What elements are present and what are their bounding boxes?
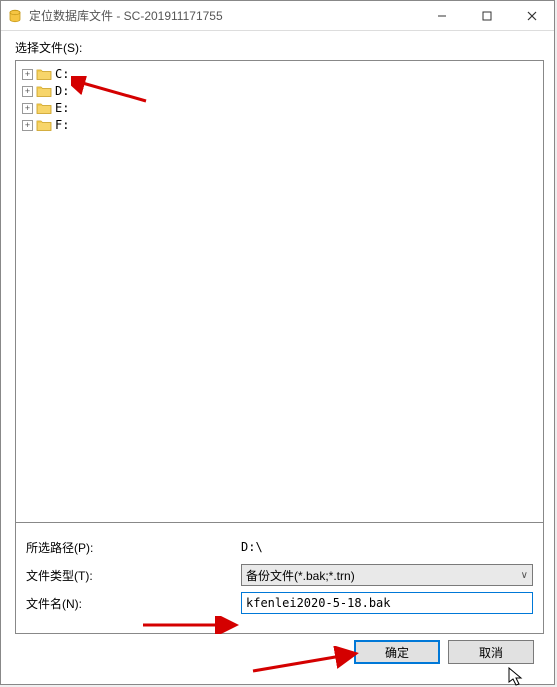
file-type-label: 文件类型(T): (26, 567, 111, 584)
selected-path-label: 所选路径(P): (26, 539, 111, 556)
selected-path-value: D:\ (241, 540, 263, 554)
locate-db-file-dialog: 定位数据库文件 - SC-201911171755 选择文件(S): + C: … (0, 0, 555, 685)
drive-tree[interactable]: + C: + D: + E: + F: (15, 60, 544, 523)
file-name-input[interactable] (241, 592, 533, 614)
app-icon (7, 8, 23, 24)
window-title: 定位数据库文件 - SC-201911171755 (29, 7, 419, 24)
content-area: 选择文件(S): + C: + D: + E: + F: (1, 31, 554, 684)
file-type-row: 文件类型(T): 备份文件(*.bak;*.trn) ∨ (26, 563, 533, 587)
tree-item-c[interactable]: + C: (22, 66, 541, 82)
selected-path-row: 所选路径(P): D:\ (26, 535, 533, 559)
file-name-row: 文件名(N): (26, 591, 533, 615)
select-files-label: 选择文件(S): (15, 39, 544, 56)
tree-item-e[interactable]: + E: (22, 100, 541, 116)
minimize-button[interactable] (419, 1, 464, 30)
maximize-button[interactable] (464, 1, 509, 30)
folder-icon (36, 67, 52, 81)
expand-icon[interactable]: + (22, 120, 33, 131)
bottom-panel: 所选路径(P): D:\ 文件类型(T): 备份文件(*.bak;*.trn) … (15, 523, 544, 634)
buttons-row: 确定 取消 (15, 634, 544, 674)
file-type-value: 备份文件(*.bak;*.trn) (246, 567, 355, 584)
folder-icon (36, 84, 52, 98)
folder-icon (36, 118, 52, 132)
expand-icon[interactable]: + (22, 69, 33, 80)
close-button[interactable] (509, 1, 554, 30)
expand-icon[interactable]: + (22, 86, 33, 97)
titlebar: 定位数据库文件 - SC-201911171755 (1, 1, 554, 31)
file-type-select[interactable]: 备份文件(*.bak;*.trn) ∨ (241, 564, 533, 586)
drive-label: E: (55, 101, 69, 115)
drive-label: F: (55, 118, 69, 132)
cancel-button[interactable]: 取消 (448, 640, 534, 664)
folder-icon (36, 101, 52, 115)
file-name-label: 文件名(N): (26, 595, 111, 612)
drive-label: C: (55, 67, 69, 81)
expand-icon[interactable]: + (22, 103, 33, 114)
drive-label: D: (55, 84, 69, 98)
tree-item-d[interactable]: + D: (22, 83, 541, 99)
tree-item-f[interactable]: + F: (22, 117, 541, 133)
ok-button[interactable]: 确定 (354, 640, 440, 664)
chevron-down-icon: ∨ (521, 570, 528, 581)
